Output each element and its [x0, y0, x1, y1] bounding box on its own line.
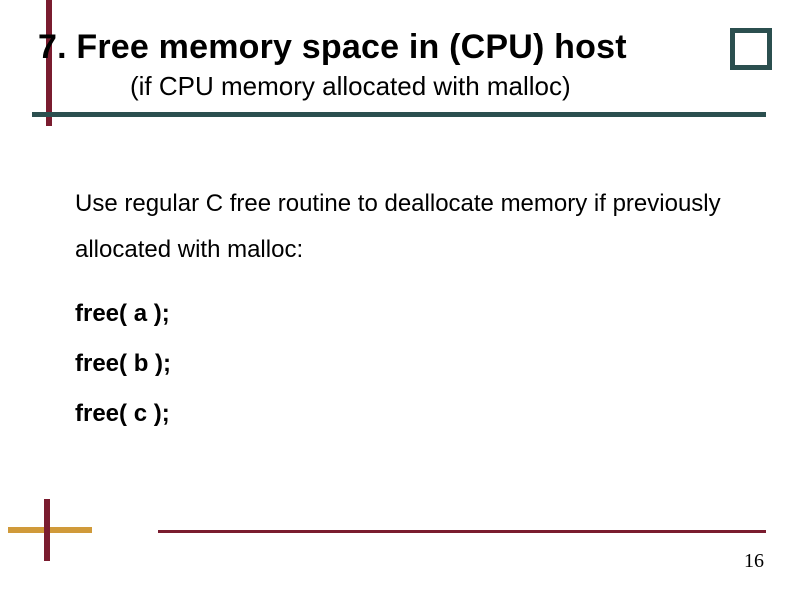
slide: 7. Free memory space in (CPU) host (if C… [0, 0, 794, 595]
accent-vertical-bottom [44, 499, 50, 561]
footer-divider [158, 530, 766, 533]
code-line: free( b ); [0, 350, 794, 378]
body-paragraph: Use regular C free routine to deallocate… [0, 181, 794, 272]
code-line: free( c ); [0, 400, 794, 428]
header: 7. Free memory space in (CPU) host (if C… [0, 0, 794, 117]
code-line: free( a ); [0, 300, 794, 328]
slide-title: 7. Free memory space in (CPU) host [0, 28, 794, 67]
accent-horizontal-bottom [8, 527, 92, 533]
slide-subtitle: (if CPU memory allocated with malloc) [0, 71, 794, 102]
page-number: 16 [744, 550, 764, 573]
header-divider [32, 112, 766, 117]
